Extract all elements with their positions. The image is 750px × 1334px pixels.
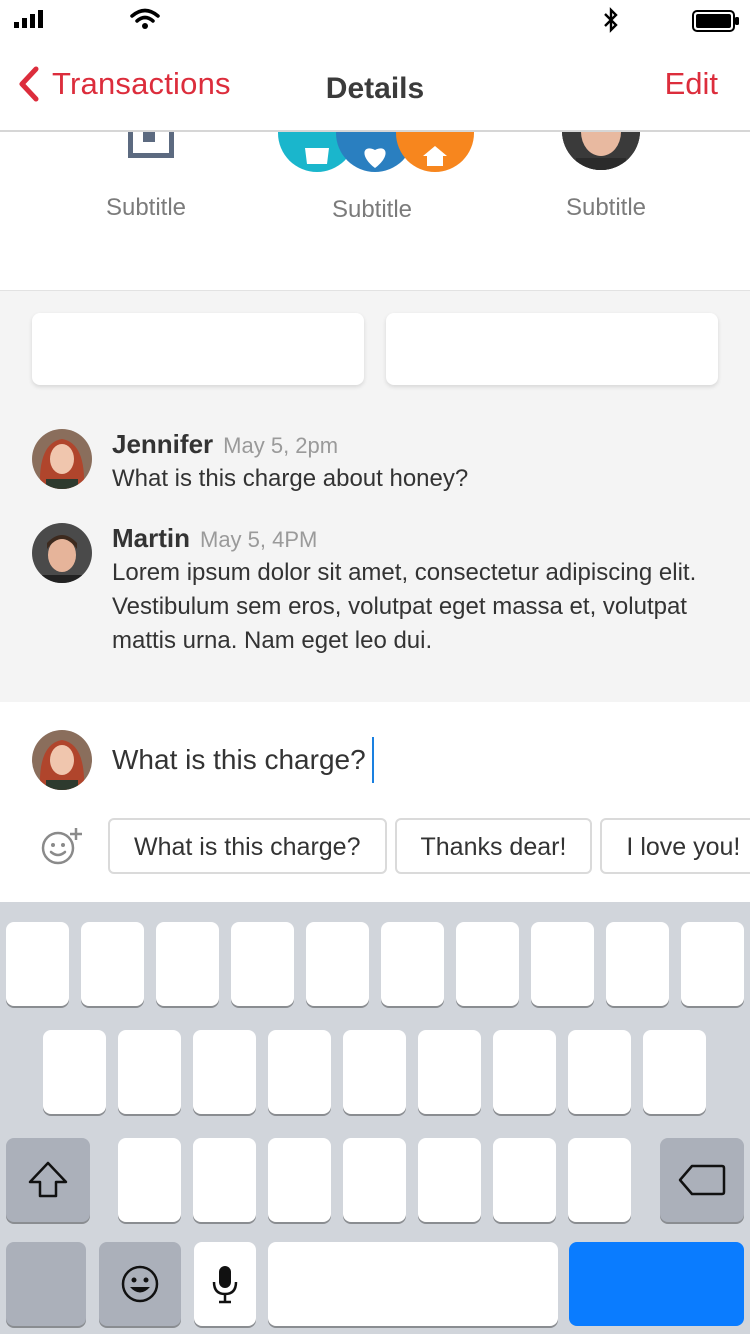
keyboard-key[interactable] — [118, 1138, 181, 1222]
keyboard-key[interactable] — [6, 922, 69, 1006]
navigation-bar: Transactions Details Edit — [0, 40, 750, 132]
comments-section: Jennifer May 5, 2pm What is this charge a… — [0, 290, 750, 702]
keyboard-key[interactable] — [568, 1030, 631, 1114]
quick-reply-chip[interactable]: I love you! — [600, 818, 750, 874]
comment-author: Jennifer — [112, 429, 214, 459]
keyboard-key[interactable] — [456, 922, 519, 1006]
header-subtitle-2: Subtitle — [331, 196, 413, 223]
dictation-key[interactable] — [194, 1242, 256, 1326]
keyboard-key[interactable] — [531, 922, 594, 1006]
backspace-icon — [678, 1164, 726, 1196]
keyboard-key[interactable] — [493, 1030, 556, 1114]
space-key[interactable] — [268, 1242, 558, 1326]
keyboard-key[interactable] — [306, 922, 369, 1006]
avatar — [562, 132, 640, 170]
keyboard-key[interactable] — [568, 1138, 631, 1222]
keyboard-key[interactable] — [343, 1030, 406, 1114]
action-card[interactable] — [32, 313, 364, 385]
comment-date: May 5, 2pm — [223, 433, 339, 458]
keyboard-key[interactable] — [156, 922, 219, 1006]
keyboard-key[interactable] — [43, 1030, 106, 1114]
page-title: Details — [325, 72, 425, 105]
comment-input[interactable]: What is this charge? — [112, 736, 712, 784]
quick-reply-chip[interactable]: Thanks dear! — [394, 818, 593, 874]
shift-key[interactable] — [6, 1138, 90, 1222]
keyboard-key[interactable] — [81, 922, 144, 1006]
comment-text: Lorem ipsum dolor sit amet, consectetur … — [112, 559, 697, 654]
keyboard-key[interactable] — [118, 1030, 181, 1114]
add-emoji-icon[interactable] — [40, 826, 84, 871]
battery-icon — [692, 10, 739, 32]
quick-replies: What is this charge? Thanks dear! I love y… — [108, 818, 750, 874]
square-icon — [128, 132, 174, 158]
comment-input-value: What is this charge? — [112, 744, 366, 775]
status-bar — [0, 0, 750, 40]
home-icon — [396, 132, 474, 172]
keyboard-key[interactable] — [418, 1138, 481, 1222]
keyboard-key[interactable] — [681, 922, 744, 1006]
numbers-key[interactable] — [6, 1242, 86, 1326]
comment-author: Martin — [112, 523, 190, 553]
action-card[interactable] — [386, 313, 718, 385]
wifi-icon — [130, 8, 160, 29]
keyboard-key[interactable] — [418, 1030, 481, 1114]
quick-reply-chip[interactable]: What is this charge? — [108, 818, 387, 874]
microphone-icon — [212, 1266, 238, 1304]
keyboard-key[interactable] — [343, 1138, 406, 1222]
bluetooth-icon — [604, 7, 618, 33]
keyboard-key[interactable] — [643, 1030, 706, 1114]
shift-icon — [28, 1161, 68, 1198]
header-summary: Subtitle Subtitle Subtitle — [0, 132, 750, 290]
keyboard-key[interactable] — [193, 1030, 256, 1114]
signal-icon — [14, 10, 43, 28]
return-key[interactable] — [569, 1242, 744, 1326]
emoji-icon — [121, 1265, 159, 1303]
delete-key[interactable] — [660, 1138, 744, 1222]
comment-date: May 5, 4PM — [200, 527, 318, 552]
keyboard-key[interactable] — [493, 1138, 556, 1222]
keyboard-key[interactable] — [268, 1030, 331, 1114]
avatar — [32, 523, 92, 583]
keyboard-key[interactable] — [381, 922, 444, 1006]
keyboard-key[interactable] — [193, 1138, 256, 1222]
text-caret — [371, 737, 374, 783]
avatar — [32, 429, 92, 489]
keyboard-key[interactable] — [231, 922, 294, 1006]
emoji-key[interactable] — [99, 1242, 181, 1326]
compose-area: What is this charge? What is this charge… — [0, 702, 750, 902]
avatar — [32, 730, 92, 790]
header-subtitle-1: Subtitle — [105, 194, 187, 221]
edit-button[interactable]: Edit — [665, 66, 718, 102]
keyboard — [0, 902, 750, 1334]
comment-text: What is this charge about honey? — [112, 465, 469, 492]
keyboard-key[interactable] — [606, 922, 669, 1006]
keyboard-key[interactable] — [268, 1138, 331, 1222]
header-subtitle-3: Subtitle — [565, 194, 647, 221]
